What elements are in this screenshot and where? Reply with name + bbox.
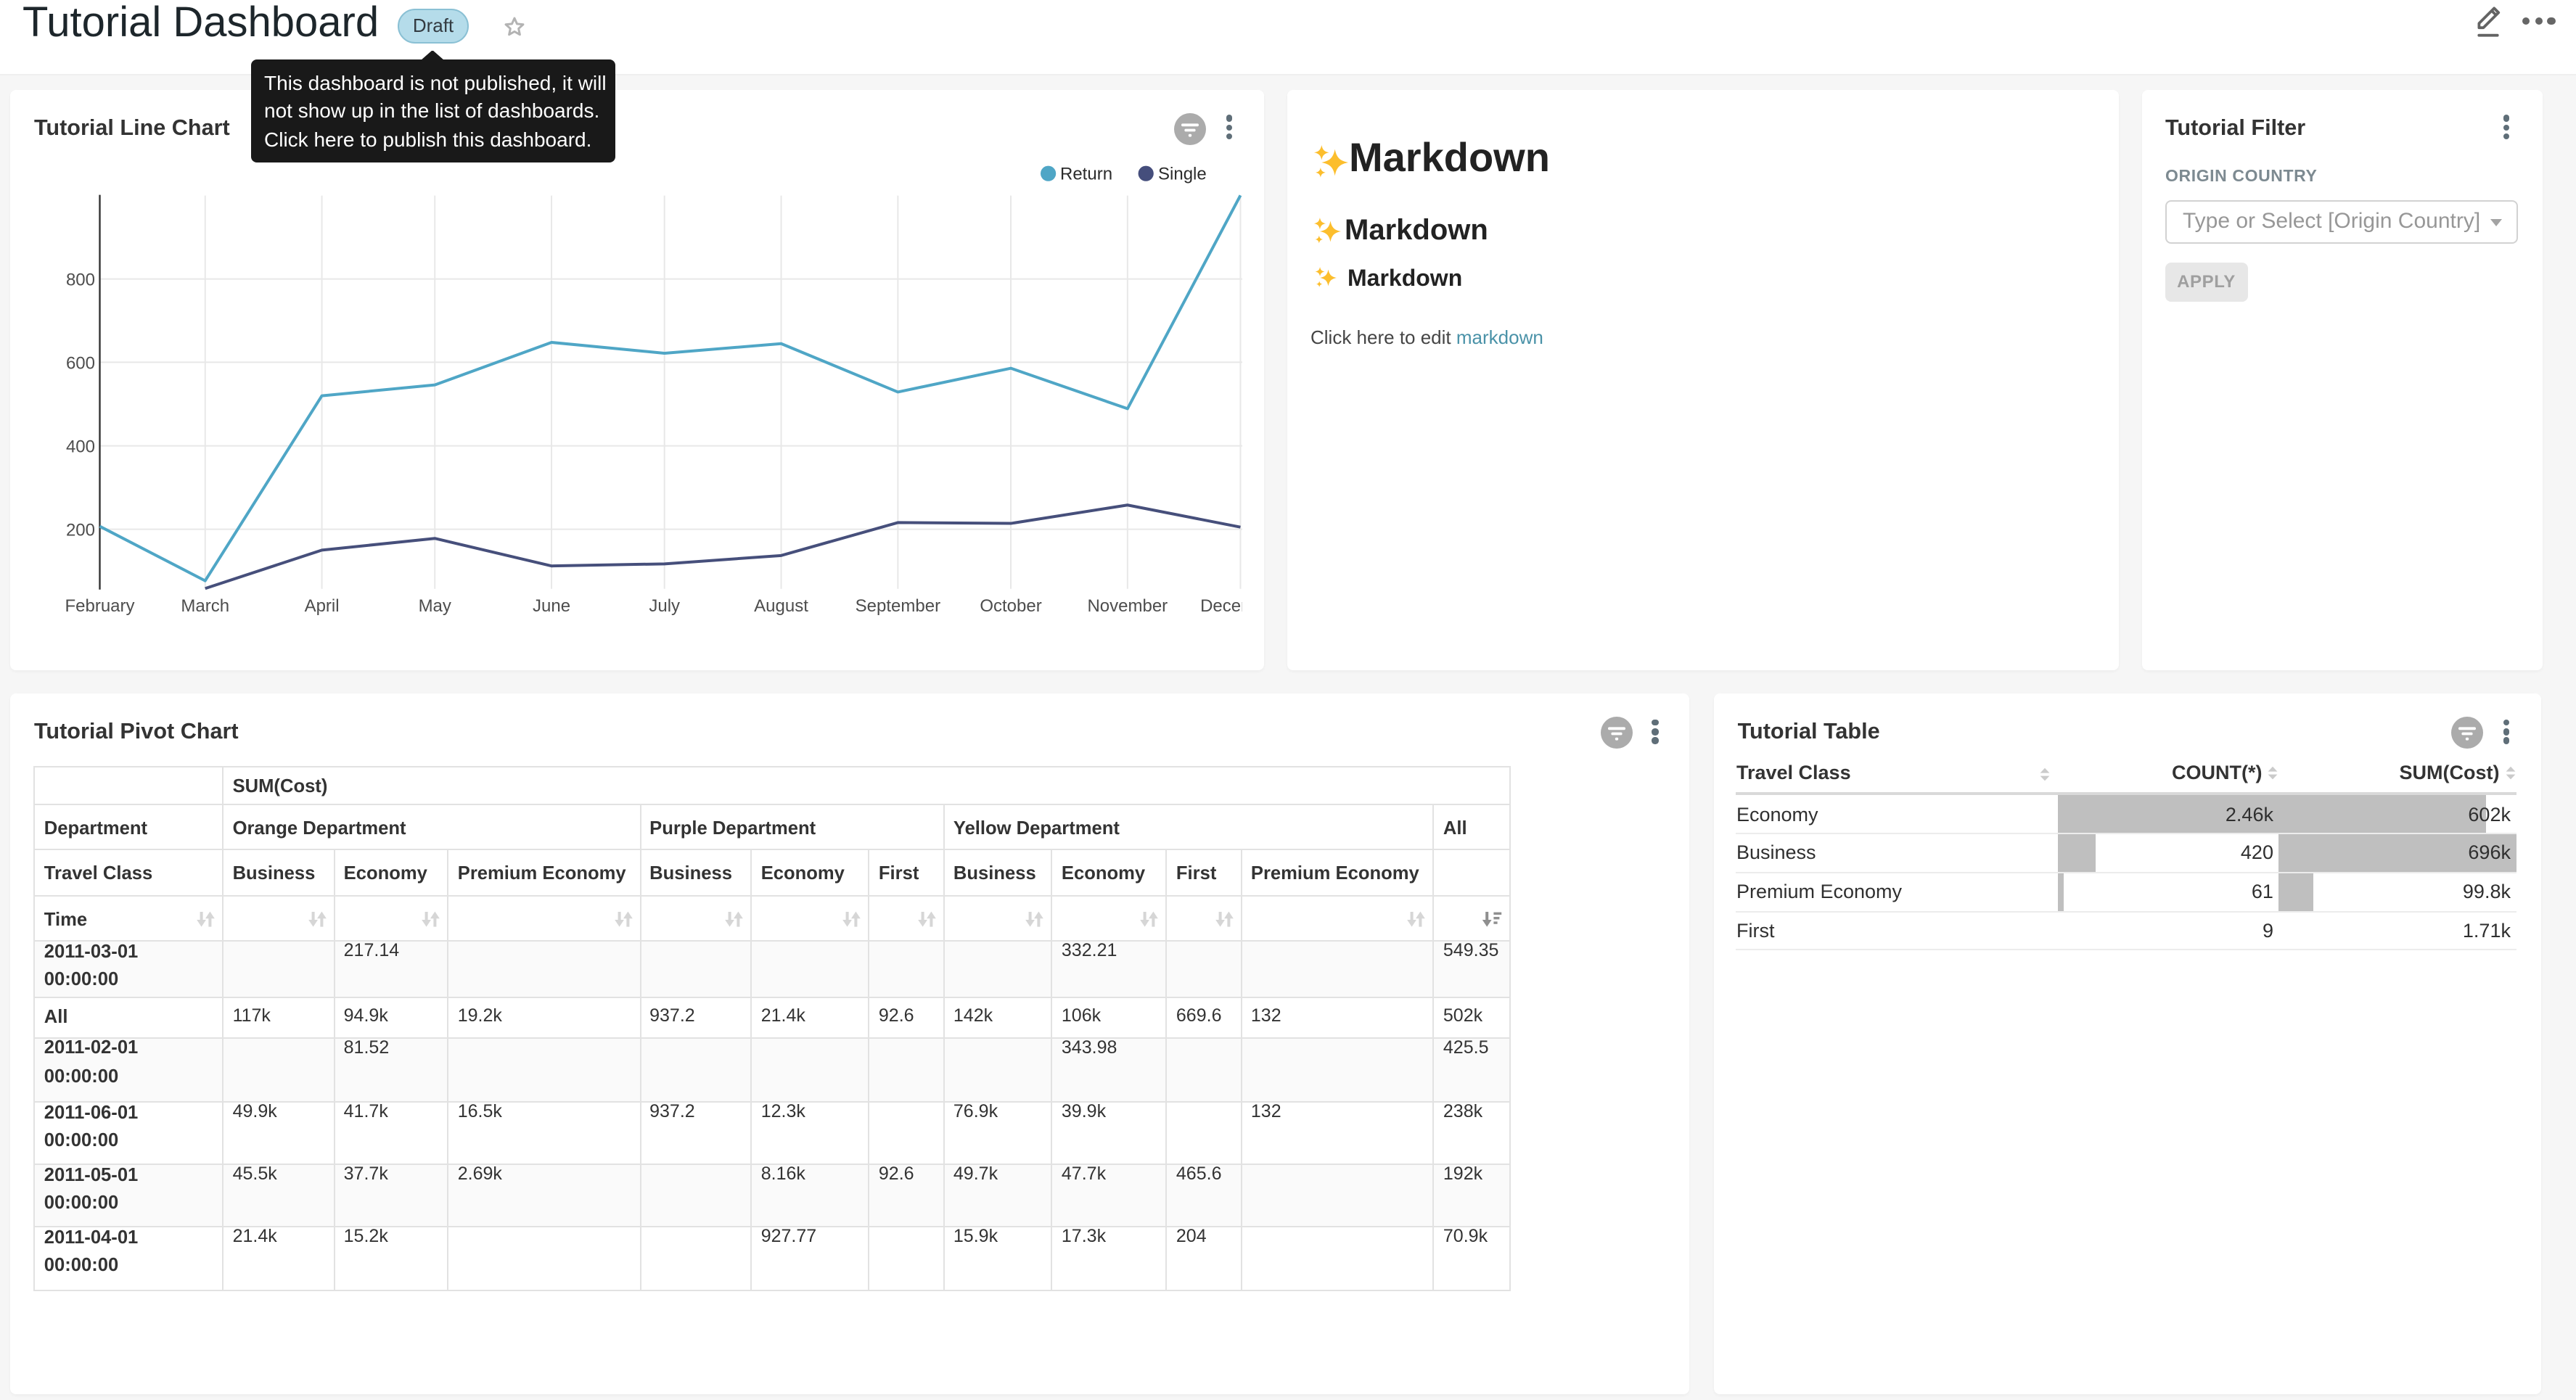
svg-text:400: 400 [66,437,95,457]
svg-text:200: 200 [66,521,95,540]
svg-text:Single: Single [1158,165,1207,184]
svg-text:November: November [1087,596,1168,616]
svg-text:July: July [649,596,680,616]
svg-text:June: June [533,596,570,616]
svg-text:800: 800 [66,271,95,290]
svg-text:August: August [754,596,808,616]
svg-text:Return: Return [1060,165,1112,184]
svg-text:September: September [856,596,940,616]
svg-text:May: May [419,596,451,616]
svg-text:December: December [1200,596,1242,616]
svg-text:April: April [305,596,340,616]
svg-text:600: 600 [66,353,95,373]
svg-text:October: October [980,596,1041,616]
svg-text:March: March [181,596,229,616]
svg-text:February: February [65,596,134,616]
